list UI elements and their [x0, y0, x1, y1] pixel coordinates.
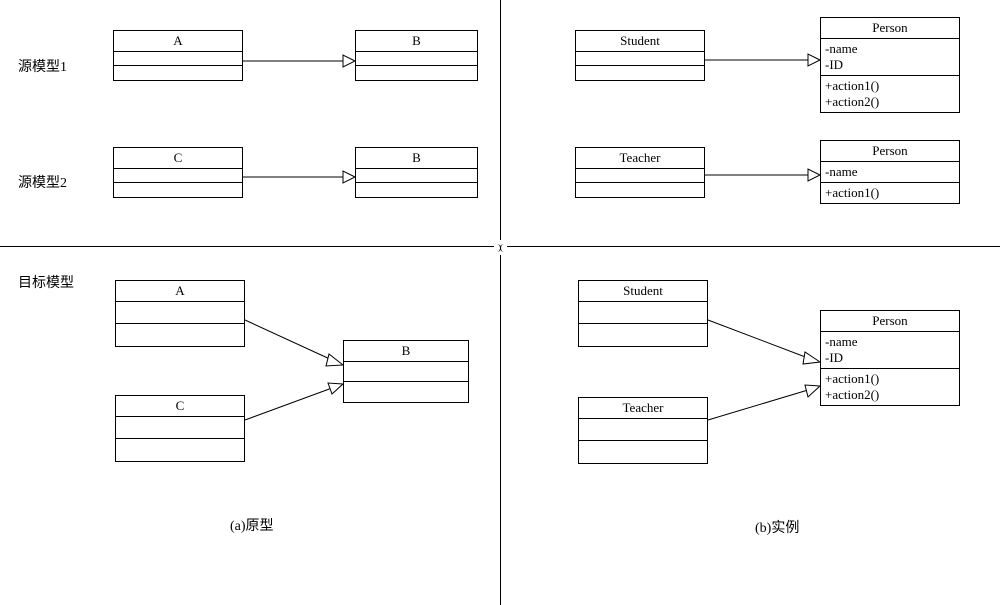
target-class-box-b: B — [343, 340, 469, 403]
class-name: C — [114, 148, 242, 169]
attr-name: -name — [825, 164, 955, 180]
diagram-container: 源模型1 源模型2 目标模型 A B C B Student Person -n… — [0, 0, 1000, 605]
class-box-a: A — [113, 30, 243, 81]
target-class-box-teacher: Teacher — [578, 397, 708, 464]
class-name: Student — [579, 281, 707, 302]
target-class-box-student: Student — [578, 280, 708, 347]
class-box-b2: B — [355, 147, 478, 198]
class-ops-empty — [116, 324, 244, 346]
class-attrs-empty — [114, 169, 242, 183]
arrowhead-a-to-b — [343, 55, 355, 67]
class-name: Student — [576, 31, 704, 52]
divider-gap-mark — [494, 244, 506, 252]
arrow-target-a-to-b — [245, 320, 332, 360]
vertical-divider-top — [500, 0, 501, 240]
caption-b: (b)实例 — [755, 517, 799, 537]
op-action2: +action2() — [825, 387, 955, 403]
class-ops-empty — [114, 66, 242, 80]
class-ops-empty — [356, 183, 477, 197]
caption-a: (a)原型 — [230, 515, 274, 535]
label-source-model-2: 源模型2 — [18, 172, 67, 192]
class-ops-empty — [579, 324, 707, 346]
class-attrs-empty — [344, 362, 468, 382]
attr-id: -ID — [825, 350, 955, 366]
target-class-box-c: C — [115, 395, 245, 462]
class-ops: +action1() +action2() — [821, 369, 959, 405]
class-attrs: -name -ID — [821, 332, 959, 369]
class-attrs-empty — [116, 417, 244, 439]
label-source-model-1: 源模型1 — [18, 56, 67, 76]
class-attrs-empty — [576, 52, 704, 66]
class-attrs-empty — [116, 302, 244, 324]
arrowhead-c-to-b — [343, 171, 355, 183]
class-box-student: Student — [575, 30, 705, 81]
target-class-box-person-merged: Person -name -ID +action1() +action2() — [820, 310, 960, 406]
class-name: Person — [821, 18, 959, 39]
class-name: C — [116, 396, 244, 417]
arrow-target-student-to-person — [708, 320, 808, 358]
arrowhead-target-c-to-b — [328, 383, 343, 394]
class-ops: +action1() — [821, 183, 959, 203]
class-ops-empty — [344, 382, 468, 402]
op-action1: +action1() — [825, 78, 955, 94]
class-box-b: B — [355, 30, 478, 81]
class-attrs: -name -ID — [821, 39, 959, 76]
class-ops-empty — [116, 439, 244, 461]
class-ops: +action1() +action2() — [821, 76, 959, 112]
label-target-model: 目标模型 — [18, 272, 74, 292]
class-box-person-reduced: Person -name +action1() — [820, 140, 960, 204]
class-box-person-full: Person -name -ID +action1() +action2() — [820, 17, 960, 113]
class-ops-empty — [356, 66, 477, 80]
class-name: B — [356, 31, 477, 52]
op-action2: +action2() — [825, 94, 955, 110]
op-action1: +action1() — [825, 185, 955, 201]
class-name: B — [344, 341, 468, 362]
class-attrs-empty — [576, 169, 704, 183]
class-box-c: C — [113, 147, 243, 198]
arrow-target-teacher-to-person — [708, 390, 808, 420]
class-ops-empty — [114, 183, 242, 197]
attr-name: -name — [825, 334, 955, 350]
arrowhead-target-student-to-person — [803, 352, 820, 364]
class-name: Teacher — [579, 398, 707, 419]
arrowhead-student-to-person — [808, 54, 820, 66]
class-attrs-empty — [579, 419, 707, 441]
op-action1: +action1() — [825, 371, 955, 387]
attr-name: -name — [825, 41, 955, 57]
class-ops-empty — [576, 66, 704, 80]
class-attrs-empty — [114, 52, 242, 66]
class-attrs: -name — [821, 162, 959, 183]
arrowhead-target-a-to-b — [326, 354, 343, 366]
class-attrs-empty — [356, 169, 477, 183]
class-name: A — [116, 281, 244, 302]
class-name: Person — [821, 311, 959, 332]
class-attrs-empty — [579, 302, 707, 324]
class-ops-empty — [579, 441, 707, 463]
arrowhead-target-teacher-to-person — [805, 385, 820, 397]
arrow-target-c-to-b — [245, 388, 332, 420]
class-box-teacher: Teacher — [575, 147, 705, 198]
target-class-box-a: A — [115, 280, 245, 347]
class-name: B — [356, 148, 477, 169]
class-name: Person — [821, 141, 959, 162]
class-name: Teacher — [576, 148, 704, 169]
vertical-divider-bottom — [500, 255, 501, 605]
attr-id: -ID — [825, 57, 955, 73]
class-ops-empty — [576, 183, 704, 197]
arrowhead-teacher-to-person — [808, 169, 820, 181]
class-name: A — [114, 31, 242, 52]
class-attrs-empty — [356, 52, 477, 66]
